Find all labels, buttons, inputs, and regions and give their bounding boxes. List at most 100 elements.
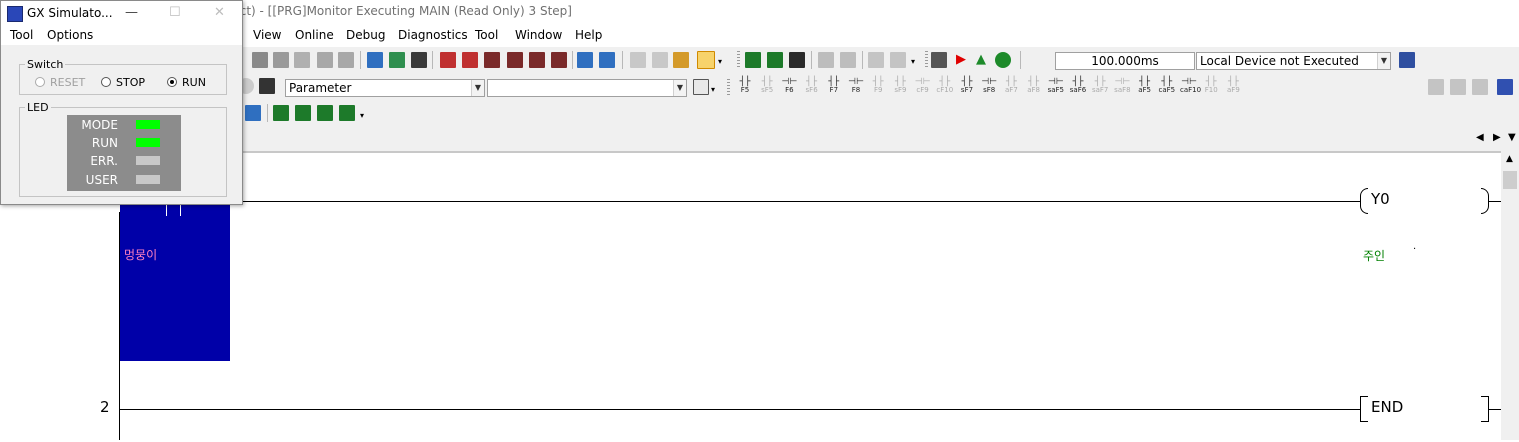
delete-coil-icon[interactable] <box>295 105 311 121</box>
toolbar-dropdown-icon[interactable]: ▾ <box>360 111 368 123</box>
read-icon[interactable] <box>411 52 427 68</box>
function-key-saf7[interactable]: ┤├ saF7 <box>1091 77 1109 94</box>
tab-scroll-left-icon[interactable]: ◀ <box>1476 132 1484 143</box>
stop-icon[interactable] <box>995 52 1011 68</box>
menu-tool[interactable]: Tool <box>475 28 498 42</box>
tab-dropdown-icon[interactable]: ▼ <box>1508 132 1516 143</box>
close-icon[interactable]: ✕ <box>214 5 225 20</box>
device-settings-icon[interactable] <box>1399 52 1415 68</box>
find-icon[interactable] <box>440 52 456 68</box>
function-key-f6[interactable]: ⊣⊢ F6 <box>780 77 798 94</box>
watch-icon[interactable] <box>818 52 834 68</box>
sim-menu-tool[interactable]: Tool <box>10 28 33 42</box>
cross-reference-icon[interactable] <box>551 52 567 68</box>
device-memory-icon[interactable] <box>245 105 261 121</box>
ladder-options-icon[interactable] <box>1497 79 1513 95</box>
binoculars-icon[interactable] <box>259 78 275 94</box>
menu-online[interactable]: Online <box>295 28 334 42</box>
simulator-icon[interactable] <box>931 52 947 68</box>
graph-icon[interactable] <box>868 52 884 68</box>
vertical-scrollbar[interactable]: ▲ <box>1501 151 1519 440</box>
scroll-up-icon[interactable]: ▲ <box>1506 154 1513 164</box>
maximize-icon[interactable]: ☐ <box>169 5 181 20</box>
end-right-bracket <box>1481 396 1489 422</box>
menu-diagnostics[interactable]: Diagnostics <box>398 28 468 42</box>
search-contact-icon[interactable] <box>529 52 545 68</box>
function-key-sf6[interactable]: ┤├ sF6 <box>803 77 821 94</box>
search-device-icon[interactable] <box>484 52 500 68</box>
cut-icon[interactable] <box>252 52 268 68</box>
delete-contact-icon[interactable] <box>273 105 289 121</box>
redo-icon[interactable] <box>338 52 354 68</box>
function-key-f5[interactable]: ┤├ F5 <box>736 77 754 94</box>
function-key-sf5[interactable]: ┤├ sF5 <box>758 77 776 94</box>
warning-icon[interactable]: ▲ <box>973 52 989 68</box>
end-instruction[interactable]: END <box>1371 398 1403 416</box>
menu-help[interactable]: Help <box>575 28 602 42</box>
zoom-icon[interactable] <box>1472 79 1488 95</box>
function-key-cf9[interactable]: ⊣⊢ cF9 <box>914 77 932 94</box>
copy-icon[interactable] <box>273 52 289 68</box>
scrollbar-thumb[interactable] <box>1503 171 1517 189</box>
tab-scroll-right-icon[interactable]: ▶ <box>1493 132 1501 143</box>
ladder-write-icon[interactable] <box>745 52 761 68</box>
device-status-combo[interactable]: Local Device not Executed ▼ <box>1196 52 1391 70</box>
function-key-af5[interactable]: ┤├ aF5 <box>1136 77 1154 94</box>
undo-icon[interactable] <box>317 52 333 68</box>
function-key-sf7[interactable]: ┤├ sF7 <box>958 77 976 94</box>
function-key-caf10[interactable]: ⊣⊢ caF10 <box>1180 77 1201 94</box>
paste-icon[interactable] <box>294 52 310 68</box>
function-key-sf9[interactable]: ┤├ sF9 <box>891 77 909 94</box>
menu-window[interactable]: Window <box>515 28 562 42</box>
function-key-af9[interactable]: ┤├ aF9 <box>1224 77 1242 94</box>
search-instruction-icon[interactable] <box>507 52 523 68</box>
delete-line-icon[interactable] <box>317 105 333 121</box>
timing-chart-icon[interactable] <box>789 52 805 68</box>
watch-register-icon[interactable] <box>840 52 856 68</box>
toolbar-dropdown-icon[interactable]: ▾ <box>718 57 726 69</box>
device-batch-icon[interactable] <box>577 52 593 68</box>
note-icon[interactable] <box>673 52 689 68</box>
ladder-insert-icon[interactable] <box>767 52 783 68</box>
menu-debug[interactable]: Debug <box>346 28 385 42</box>
function-key-f10[interactable]: ┤├ F10 <box>1202 77 1220 94</box>
coil-y0[interactable]: Y0 <box>1371 190 1390 208</box>
device-icon[interactable] <box>367 52 383 68</box>
toolbar-dropdown-icon[interactable]: ▾ <box>911 57 919 69</box>
parameter-combo[interactable]: Parameter ▼ <box>285 79 485 97</box>
function-key-f7[interactable]: ┤├ F7 <box>825 77 843 94</box>
print-icon[interactable] <box>1428 79 1444 95</box>
monitor-mode-icon[interactable] <box>697 51 715 69</box>
run-icon[interactable]: ▶ <box>953 52 969 68</box>
statement-icon[interactable] <box>652 52 668 68</box>
program-combo[interactable]: ▼ <box>487 79 687 97</box>
chevron-down-icon[interactable]: ▼ <box>471 80 484 96</box>
find-ladder-icon[interactable] <box>1450 79 1466 95</box>
function-key-cf10[interactable]: ┤├ cF10 <box>936 77 954 94</box>
radio-run[interactable] <box>167 77 177 87</box>
minimize-icon[interactable]: — <box>125 5 138 20</box>
function-key-sf8[interactable]: ⊣⊢ sF8 <box>980 77 998 94</box>
function-key-af8[interactable]: ┤├ aF8 <box>1025 77 1043 94</box>
open-document-icon[interactable] <box>693 79 709 95</box>
selected-cell[interactable]: 멍뭉이 <box>120 200 230 361</box>
chevron-down-icon[interactable]: ▼ <box>673 80 686 96</box>
comment-icon[interactable] <box>630 52 646 68</box>
write-icon[interactable] <box>389 52 405 68</box>
function-key-saf6[interactable]: ┤├ saF6 <box>1069 77 1087 94</box>
function-key-f9[interactable]: ┤├ F9 <box>869 77 887 94</box>
toolbar-dropdown-icon[interactable]: ▾ <box>711 85 719 97</box>
delete-row-icon[interactable] <box>339 105 355 121</box>
chevron-down-icon[interactable]: ▼ <box>1377 53 1390 69</box>
function-key-af7[interactable]: ┤├ aF7 <box>1002 77 1020 94</box>
function-key-f8[interactable]: ⊣⊢ F8 <box>847 77 865 94</box>
function-key-saf8[interactable]: ⊣⊢ saF8 <box>1113 77 1131 94</box>
device-list-icon[interactable] <box>599 52 615 68</box>
menu-view[interactable]: View <box>253 28 281 42</box>
function-key-saf5[interactable]: ⊣⊢ saF5 <box>1047 77 1065 94</box>
replace-icon[interactable] <box>462 52 478 68</box>
function-key-caf5[interactable]: ┤├ caF5 <box>1158 77 1176 94</box>
graph-batch-icon[interactable] <box>890 52 906 68</box>
radio-stop[interactable] <box>101 77 111 87</box>
sim-menu-options[interactable]: Options <box>47 28 93 42</box>
